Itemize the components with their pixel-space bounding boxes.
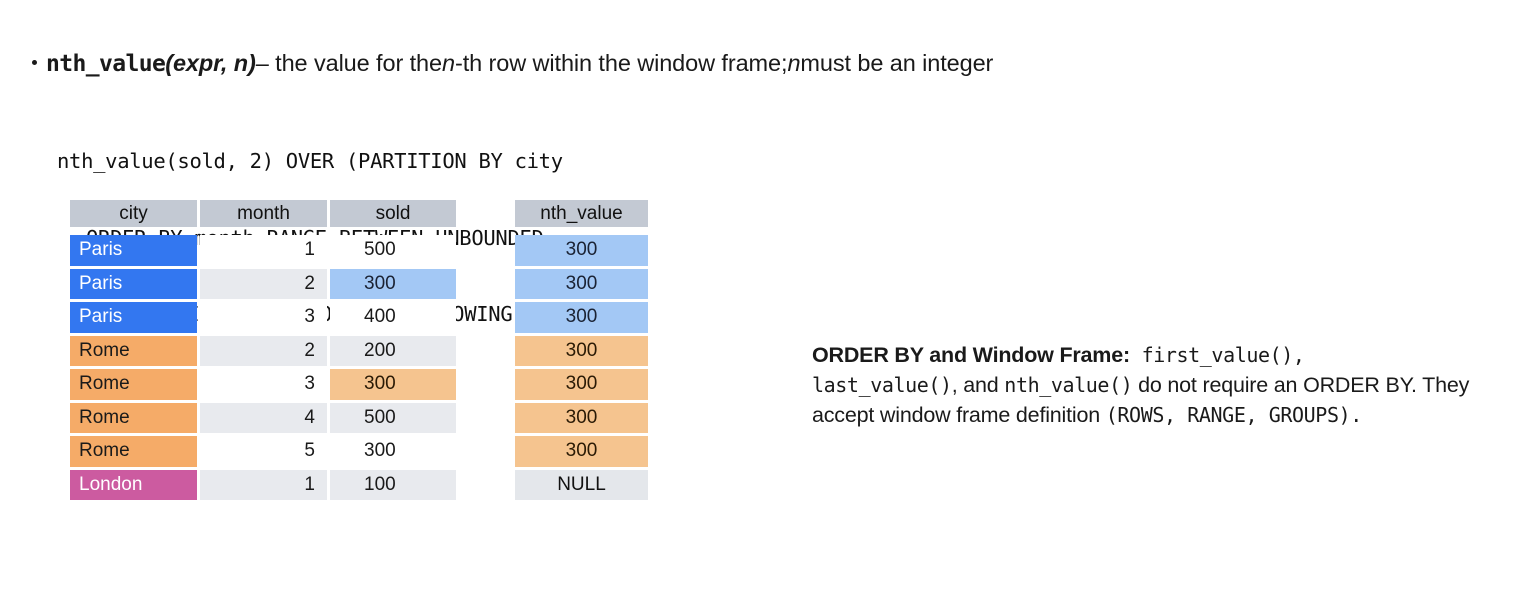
bullet-heading: nth_value (expr, n) – the value for the …: [32, 50, 993, 77]
side-note-mid-1: , and: [951, 373, 1005, 397]
cell-month: 3: [200, 302, 327, 333]
column-header-sold: sold: [330, 200, 456, 227]
column-gap: [456, 302, 515, 333]
table-row: London 1 100 NULL: [70, 468, 648, 502]
table-row: Rome 4 500 300: [70, 401, 648, 435]
column-gap: [456, 403, 515, 434]
column-gap: [456, 200, 515, 227]
cell-sold: 200: [330, 335, 456, 366]
column-gap: [456, 436, 515, 467]
result-table: city month sold nth_value Paris 1 500 30…: [70, 200, 648, 502]
column-gap: [456, 235, 515, 266]
cell-month: 2: [200, 335, 327, 366]
cell-nth-value: 300: [515, 268, 648, 299]
table-row: Paris 3 400 300: [70, 301, 648, 335]
bullet-dot-icon: [32, 60, 37, 65]
function-args: (expr, n): [165, 50, 256, 76]
cell-sold: 100: [330, 469, 456, 500]
cell-nth-value: 300: [515, 235, 648, 266]
column-header-nth-value: nth_value: [515, 200, 648, 227]
bullet-rest-text: -th row within the window frame;: [454, 50, 788, 76]
cell-city: Paris: [70, 235, 197, 266]
cell-city: London: [70, 469, 197, 500]
cell-city: Rome: [70, 436, 197, 467]
cell-city: Paris: [70, 268, 197, 299]
cell-month: 1: [200, 469, 327, 500]
bullet-emph-n: n: [441, 50, 455, 76]
column-gap: [456, 369, 515, 400]
side-note-fn-nth-value: nth_value(): [1004, 373, 1133, 397]
cell-sold: 500: [330, 402, 456, 433]
table-header-row: city month sold nth_value: [70, 200, 648, 234]
cell-nth-value: 300: [515, 335, 648, 366]
table-row: Paris 2 300 300: [70, 267, 648, 301]
function-name: nth_value: [46, 51, 166, 77]
cell-sold: 300: [330, 369, 456, 400]
side-note: ORDER BY and Window Frame: first_value()…: [812, 340, 1472, 430]
table-row: Rome 3 300 300: [70, 368, 648, 402]
column-gap: [456, 336, 515, 367]
cell-month: 1: [200, 235, 327, 266]
cell-month: 2: [200, 268, 327, 299]
cell-nth-value: 300: [515, 369, 648, 400]
side-note-label: ORDER BY and Window Frame:: [812, 343, 1130, 367]
column-gap: [456, 470, 515, 501]
cell-nth-value: NULL: [515, 469, 648, 500]
bullet-dash-text: – the value for the: [255, 50, 442, 76]
table-row: Rome 5 300 300: [70, 435, 648, 469]
cell-month: 4: [200, 402, 327, 433]
cell-sold: 300: [330, 436, 456, 467]
cell-month: 3: [200, 369, 327, 400]
cell-sold: 300: [330, 268, 456, 299]
code-line-1: nth_value(sold, 2) OVER (PARTITION BY ci…: [57, 149, 563, 173]
cell-city: Rome: [70, 402, 197, 433]
cell-city: Paris: [70, 302, 197, 333]
side-note-fn-last-value: last_value(): [812, 373, 952, 397]
side-note-fn-first-value: first_value(),: [1129, 343, 1305, 367]
cell-nth-value: 300: [515, 402, 648, 433]
bullet-emph-n-2: n: [787, 50, 801, 76]
table-row: Paris 1 500 300: [70, 234, 648, 268]
cell-sold: 500: [330, 235, 456, 266]
column-gap: [456, 269, 515, 300]
cell-month: 5: [200, 436, 327, 467]
cell-nth-value: 300: [515, 302, 648, 333]
column-header-city: city: [70, 200, 197, 227]
cell-nth-value: 300: [515, 436, 648, 467]
cell-city: Rome: [70, 335, 197, 366]
column-header-month: month: [200, 200, 327, 227]
cell-sold: 400: [330, 302, 456, 333]
table-row: Rome 2 200 300: [70, 334, 648, 368]
bullet-tail-text: must be an integer: [800, 50, 994, 76]
side-note-frame-types: (ROWS, RANGE, GROUPS).: [1105, 403, 1363, 427]
cell-city: Rome: [70, 369, 197, 400]
